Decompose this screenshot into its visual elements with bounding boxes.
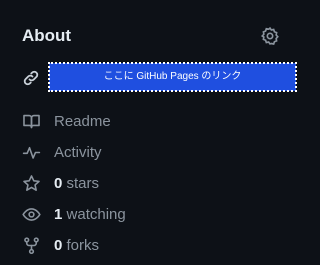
homepage-link-button[interactable]: ここに GitHub Pages のリンク [48, 62, 297, 92]
about-title: About [22, 26, 72, 45]
sidebar-item-label: Activity [54, 144, 102, 161]
book-icon [22, 112, 41, 131]
sidebar-item-stars[interactable]: 0 stars [22, 168, 282, 199]
gear-icon[interactable] [260, 26, 280, 46]
pulse-icon [22, 143, 41, 162]
sidebar-item-label: Readme [54, 113, 111, 130]
sidebar-item-activity[interactable]: Activity [22, 137, 282, 168]
sidebar-item-label: 1 watching [54, 206, 126, 223]
about-header: About [22, 24, 284, 48]
repo-forked-icon [22, 236, 41, 255]
sidebar-item-label: 0 forks [54, 237, 100, 254]
sidebar-item-readme[interactable]: Readme [22, 106, 282, 137]
sidebar-item-watching[interactable]: 1 watching [22, 199, 282, 230]
homepage-link-row: ここに GitHub Pages のリンク [22, 62, 297, 92]
star-icon [22, 174, 41, 193]
sidebar-item-forks[interactable]: 0 forks [22, 230, 282, 261]
sidebar-item-label: 0 stars [54, 175, 100, 192]
about-sidebar-list: Readme Activity 0 stars 1 watching 0 for… [22, 106, 282, 261]
link-icon [22, 69, 40, 87]
eye-icon [22, 205, 41, 224]
